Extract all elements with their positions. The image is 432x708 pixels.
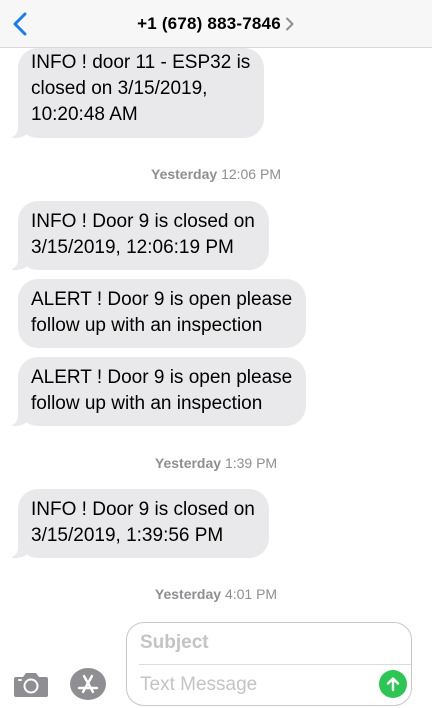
- timestamp-day: Yesterday: [151, 166, 218, 182]
- send-button[interactable]: [379, 670, 407, 698]
- text-message-input[interactable]: Text Message: [140, 674, 360, 700]
- arrow-up-icon: [386, 677, 400, 692]
- message-bubble[interactable]: ALERT ! Door 9 is open please follow up …: [7, 357, 307, 426]
- timestamp-time: 1:39 PM: [224, 455, 278, 471]
- message-line: 3/15/2019, 1:39:56 PM: [31, 525, 224, 546]
- chevron-left-icon: [13, 12, 27, 36]
- message-bubble[interactable]: INFO ! door 11 - ESP32 is closed on 3/15…: [7, 48, 265, 138]
- message-composer: Subject Text Message: [0, 612, 432, 708]
- camera-button[interactable]: [12, 668, 50, 700]
- chevron-right-icon: [285, 17, 294, 30]
- subject-input[interactable]: Subject: [140, 632, 400, 658]
- message-bubble[interactable]: ALERT ! Door 9 is open please follow up …: [18, 279, 307, 348]
- message-line: ALERT ! Door 9 is open please: [31, 289, 293, 310]
- app-store-icon: [70, 668, 106, 700]
- timestamp-day: Yesterday: [154, 586, 222, 602]
- message-list[interactable]: INFO ! door 11 - ESP32 is closed on 3/15…: [0, 48, 432, 612]
- timestamp: Yesterday 12:06 PM: [0, 166, 432, 182]
- message-line: INFO ! door 11 - ESP32 is: [31, 52, 251, 73]
- camera-icon: [14, 673, 48, 697]
- back-button[interactable]: [6, 8, 34, 40]
- message-line: closed on 3/15/2019,: [31, 78, 208, 99]
- timestamp-day: Yesterday: [154, 455, 222, 471]
- timestamp-time: 4:01 PM: [224, 586, 278, 602]
- message-line: INFO ! Door 9 is closed on: [31, 499, 255, 520]
- contact-details-button[interactable]: +1 (678) 883-7846: [137, 14, 295, 34]
- message-bubble[interactable]: INFO ! Door 9 is closed on 3/15/2019, 1:…: [8, 489, 269, 558]
- timestamp: Yesterday 4:01 PM: [0, 586, 432, 602]
- timestamp: Yesterday 1:39 PM: [0, 455, 432, 471]
- message-line: 3/15/2019, 12:06:19 PM: [31, 237, 234, 258]
- message-line: follow up with an inspection: [31, 315, 263, 336]
- message-line: 10:20:48 AM: [31, 104, 138, 125]
- contact-title: +1 (678) 883-7846: [137, 13, 281, 33]
- app-store-button[interactable]: [68, 666, 108, 702]
- conversation-header: +1 (678) 883-7846: [0, 0, 432, 48]
- message-input-box[interactable]: Subject Text Message: [126, 622, 412, 706]
- message-line: follow up with an inspection: [31, 393, 263, 414]
- message-line: INFO ! Door 9 is closed on: [31, 211, 255, 232]
- message-line: ALERT ! Door 9 is open please: [31, 367, 293, 388]
- timestamp-time: 12:06 PM: [221, 166, 281, 182]
- message-bubble[interactable]: INFO ! Door 9 is closed on 3/15/2019, 12…: [8, 201, 269, 270]
- input-divider: [139, 664, 411, 665]
